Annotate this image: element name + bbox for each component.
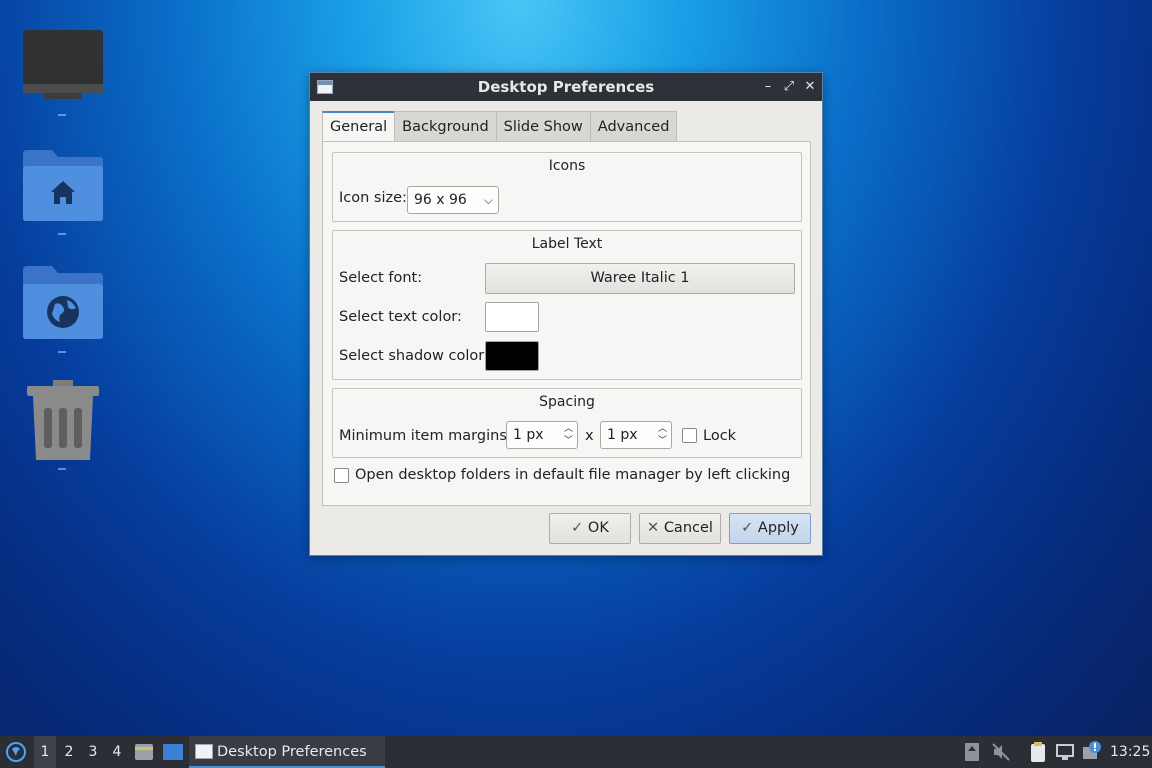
spacing-group-title: Spacing: [539, 394, 595, 410]
tab-background[interactable]: Background: [394, 111, 497, 141]
label-text-group-title: Label Text: [531, 236, 603, 252]
text-color-button[interactable]: [485, 302, 539, 332]
start-menu-button[interactable]: [4, 736, 28, 768]
desktop-trash-icon[interactable]: [22, 378, 104, 462]
spacing-group: Spacing Minimum item margins: 1 px ︿ ﹀ x …: [332, 388, 802, 458]
minimum-item-margins-label: Minimum item margins:: [339, 428, 512, 444]
clipboard-icon[interactable]: [1028, 736, 1048, 768]
margin-x-spinbox[interactable]: 1 px ︿ ﹀: [506, 421, 578, 449]
margin-x-value: 1 px: [513, 427, 544, 443]
desktop-preferences-window: Desktop Preferences – ⤢ ✕ General Backgr…: [309, 72, 823, 556]
lock-label: Lock: [703, 428, 737, 444]
check-icon: ✓: [571, 520, 588, 536]
open-folders-label: Open desktop folders in default file man…: [355, 467, 791, 483]
shadow-color-button[interactable]: [485, 341, 539, 371]
show-desktop-icon[interactable]: [162, 736, 184, 768]
desktop-home-folder-icon[interactable]: [22, 148, 104, 222]
open-folders-checkbox[interactable]: [334, 468, 349, 483]
tray-up-arrow-icon[interactable]: [963, 736, 981, 768]
check-icon: ✓: [741, 520, 758, 536]
tab-advanced[interactable]: Advanced: [589, 111, 678, 141]
window-title: Desktop Preferences: [477, 78, 655, 96]
general-tab-panel: Icons Icon size: 96 x 96 ⌵ Label Text Se…: [322, 141, 811, 506]
workspace-3[interactable]: 3: [82, 736, 104, 768]
clock[interactable]: 13:25: [1110, 736, 1150, 768]
ok-label: OK: [587, 520, 609, 536]
maximize-button[interactable]: ⤢: [780, 78, 798, 96]
window-app-icon: [195, 744, 213, 759]
file-manager-launcher-icon[interactable]: [134, 736, 154, 768]
update-notification-icon[interactable]: [1082, 736, 1102, 768]
label-text-group: Label Text Select font: Waree Italic 1 S…: [332, 230, 802, 380]
chevron-down-icon: ⌵: [483, 193, 493, 207]
select-text-color-label: Select text color:: [339, 309, 462, 325]
margin-y-spinbox[interactable]: 1 px ︿ ﹀: [600, 421, 672, 449]
icon-size-label: Icon size:: [339, 190, 407, 206]
title-bar[interactable]: Desktop Preferences – ⤢ ✕: [310, 73, 822, 101]
volume-muted-icon[interactable]: [991, 736, 1011, 768]
lock-checkbox[interactable]: [682, 428, 697, 443]
font-select-button[interactable]: Waree Italic 1: [485, 263, 795, 294]
taskbar-task-desktop-preferences[interactable]: Desktop Preferences: [189, 736, 385, 768]
apply-button[interactable]: ✓ Apply: [729, 513, 811, 544]
workspace-4[interactable]: 4: [106, 736, 128, 768]
desktop-computer-icon[interactable]: [22, 28, 104, 104]
spin-arrows-icon: ︿ ﹀: [657, 424, 667, 446]
tab-bar: General Background Slide Show Advanced: [322, 111, 678, 142]
x-icon: ✕: [647, 520, 664, 536]
tab-general[interactable]: General: [322, 111, 396, 142]
icons-group-title: Icons: [548, 158, 586, 174]
ok-button[interactable]: ✓ OK: [549, 513, 631, 544]
minimize-button[interactable]: –: [759, 78, 777, 96]
apply-label: Apply: [757, 520, 799, 536]
workspace-1[interactable]: 1: [34, 736, 56, 768]
margin-separator: x: [585, 428, 594, 444]
icons-group: Icons Icon size: 96 x 96 ⌵: [332, 152, 802, 222]
cancel-label: Cancel: [663, 520, 713, 536]
spin-arrows-icon: ︿ ﹀: [563, 424, 573, 446]
margin-y-value: 1 px: [607, 427, 638, 443]
workspace-2[interactable]: 2: [58, 736, 80, 768]
select-shadow-color-label: Select shadow color:: [339, 348, 489, 364]
task-title: Desktop Preferences: [217, 744, 367, 760]
icon-size-select[interactable]: 96 x 96 ⌵: [407, 186, 499, 214]
icon-size-value: 96 x 96: [414, 192, 467, 208]
cancel-button[interactable]: ✕ Cancel: [639, 513, 721, 544]
tab-slide-show[interactable]: Slide Show: [495, 111, 591, 141]
lubuntu-logo-icon: [6, 742, 26, 762]
select-font-label: Select font:: [339, 270, 423, 286]
network-icon[interactable]: [1054, 736, 1076, 768]
taskbar: 1 2 3 4 Desktop Preferences 13:25: [0, 736, 1152, 768]
desktop-network-folder-icon[interactable]: [22, 264, 104, 340]
close-button[interactable]: ✕: [801, 78, 819, 96]
